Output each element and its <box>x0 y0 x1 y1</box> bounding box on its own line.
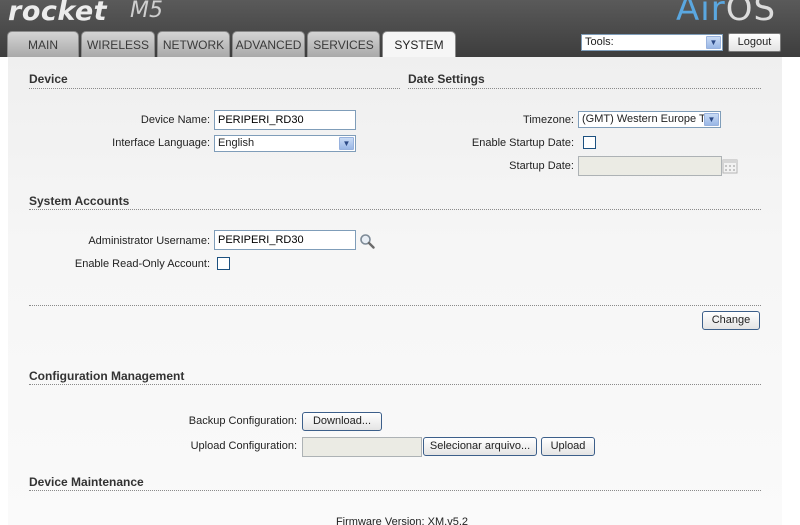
startup-date-label: Startup Date: <box>509 160 574 172</box>
change-button[interactable]: Change <box>702 311 760 330</box>
enable-startup-date-label: Enable Startup Date: <box>471 137 574 149</box>
readonly-account-checkbox[interactable] <box>217 257 230 270</box>
firmware-version-text: Firmware Version: XM.v5.2 <box>335 516 468 525</box>
device-name-input[interactable]: PERIPERI_RD30 <box>214 110 356 130</box>
device-divider <box>29 88 400 89</box>
model-logo: M5 <box>130 0 163 23</box>
tools-select[interactable]: Tools: ▼ <box>581 34 723 51</box>
device-section-title: Device <box>29 72 68 86</box>
backup-config-label: Backup Configuration: <box>188 415 297 427</box>
change-divider <box>29 305 761 306</box>
admin-username-label: Administrator Username: <box>88 235 210 247</box>
system-accounts-divider <box>29 209 761 210</box>
device-maintenance-divider <box>29 490 761 491</box>
startup-date-input[interactable] <box>578 156 722 176</box>
airos-logo-os: OS <box>725 0 777 29</box>
top-header: rocket M5 AirOS MAIN WIRELESS NETWORK AD… <box>0 0 800 57</box>
system-accounts-title: System Accounts <box>29 194 130 208</box>
search-icon[interactable] <box>359 233 375 249</box>
config-management-title: Configuration Management <box>29 369 185 383</box>
airos-logo-air: Air <box>676 0 726 29</box>
date-settings-divider <box>408 88 761 89</box>
tab-network[interactable]: NETWORK <box>157 31 230 57</box>
chevron-down-icon[interactable]: ▼ <box>339 137 354 150</box>
device-name-label: Device Name: <box>140 114 210 126</box>
download-button[interactable]: Download... <box>302 412 382 431</box>
upload-button[interactable]: Upload <box>541 437 595 456</box>
tools-select-value: Tools: <box>585 36 614 48</box>
choose-file-button[interactable]: Selecionar arquivo... <box>423 437 537 456</box>
timezone-select[interactable]: (GMT) Western Europe Ti ▼ <box>578 111 721 128</box>
interface-language-label: Interface Language: <box>112 137 210 149</box>
upload-config-label: Upload Configuration: <box>190 440 297 452</box>
airos-logo: AirOS <box>676 0 776 29</box>
admin-username-input[interactable]: PERIPERI_RD30 <box>214 230 356 250</box>
device-maintenance-title: Device Maintenance <box>29 475 144 489</box>
tab-wireless[interactable]: WIRELESS <box>81 31 155 57</box>
enable-startup-date-checkbox[interactable] <box>583 136 596 149</box>
date-settings-title: Date Settings <box>408 72 485 86</box>
readonly-account-label: Enable Read-Only Account: <box>74 258 210 270</box>
config-management-divider <box>29 384 761 385</box>
timezone-label: Timezone: <box>523 114 574 126</box>
rocket-logo: rocket <box>8 0 108 27</box>
tab-system[interactable]: SYSTEM <box>382 31 456 57</box>
timezone-value: (GMT) Western Europe Ti <box>582 113 708 125</box>
logout-button[interactable]: Logout <box>728 33 781 52</box>
tab-services[interactable]: SERVICES <box>307 31 380 57</box>
system-panel: Device Device Name: PERIPERI_RD30 Interf… <box>8 57 782 525</box>
interface-language-value: English <box>218 137 255 149</box>
calendar-icon[interactable] <box>722 158 738 174</box>
upload-file-path[interactable] <box>302 437 422 457</box>
tab-main[interactable]: MAIN <box>7 31 79 57</box>
chevron-down-icon[interactable]: ▼ <box>706 36 721 49</box>
tab-advanced[interactable]: ADVANCED <box>232 31 305 57</box>
chevron-down-icon[interactable]: ▼ <box>704 113 719 126</box>
main-tabs: MAIN WIRELESS NETWORK ADVANCED SERVICES … <box>7 31 458 57</box>
interface-language-select[interactable]: English ▼ <box>214 135 356 152</box>
